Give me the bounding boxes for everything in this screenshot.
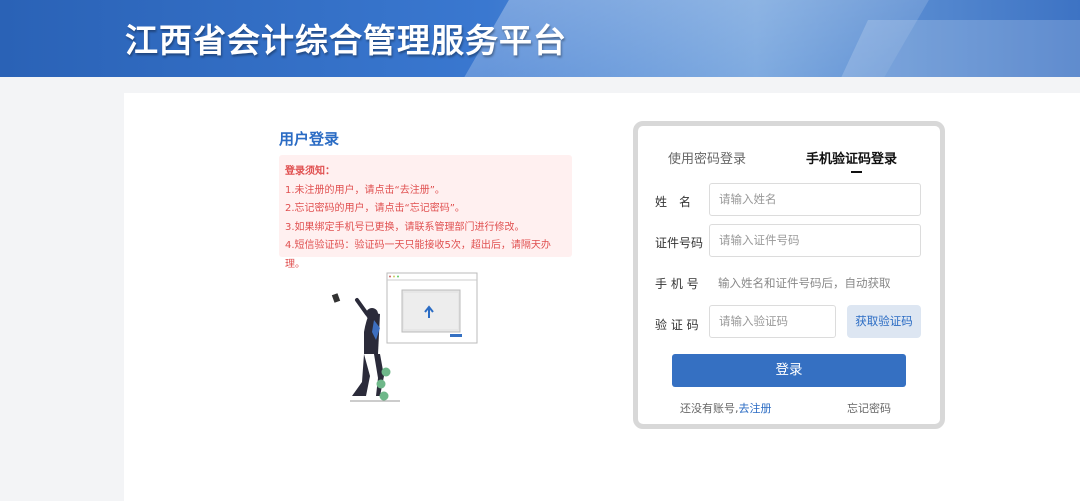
notice-item: 3.如果绑定手机号已更换，请联系管理部门进行修改。 — [285, 221, 525, 233]
login-notice: 登录须知： 1.未注册的用户，请点击“去注册”。 2.忘记密码的用户，请点击“忘… — [279, 155, 572, 270]
phone-label: 手 机 号 — [655, 277, 699, 291]
login-button[interactable]: 登录 — [672, 354, 906, 387]
register-link[interactable]: 去注册 — [739, 402, 772, 415]
id-number-label: 证件号码 — [655, 236, 704, 250]
header-banner: 江西省会计综合管理服务平台 — [0, 0, 1080, 77]
site-title: 江西省会计综合管理服务平台 — [125, 21, 567, 60]
tab-password-login[interactable]: 使用密码登录 — [668, 148, 746, 167]
name-label: 姓 名 — [655, 195, 692, 209]
user-login-title: 用户登录 — [279, 130, 340, 148]
no-account-text: 还没有账号, — [680, 402, 739, 415]
tab-sms-login[interactable]: 手机验证码登录 — [806, 148, 897, 167]
name-input[interactable]: 请输入姓名 — [709, 183, 921, 216]
verification-code-input[interactable]: 请输入验证码 — [709, 305, 836, 338]
get-code-button[interactable]: 获取验证码 — [847, 305, 921, 338]
register-prompt: 还没有账号,去注册 — [680, 400, 772, 416]
notice-item: 1.未注册的用户，请点击“去注册”。 — [285, 184, 445, 196]
forgot-password-link[interactable]: 忘记密码 — [847, 400, 891, 416]
login-panel: 使用密码登录 手机验证码登录 姓 名 请输入姓名 证件号码 请输入证件号码 手 … — [633, 121, 945, 429]
verification-code-label: 验 证 码 — [655, 318, 699, 332]
notice-heading: 登录须知： — [285, 166, 335, 177]
notice-item: 2.忘记密码的用户，请点击“忘记密码”。 — [285, 203, 465, 214]
id-number-input[interactable]: 请输入证件号码 — [709, 224, 921, 257]
upload-illustration — [331, 272, 478, 402]
notice-item: 4.短信验证码：验证码一天只能接收5次，超出后，请隔天办理。 — [285, 240, 551, 270]
active-tab-indicator — [851, 171, 862, 173]
phone-hint: 输入姓名和证件号码后，自动获取 — [718, 276, 891, 290]
